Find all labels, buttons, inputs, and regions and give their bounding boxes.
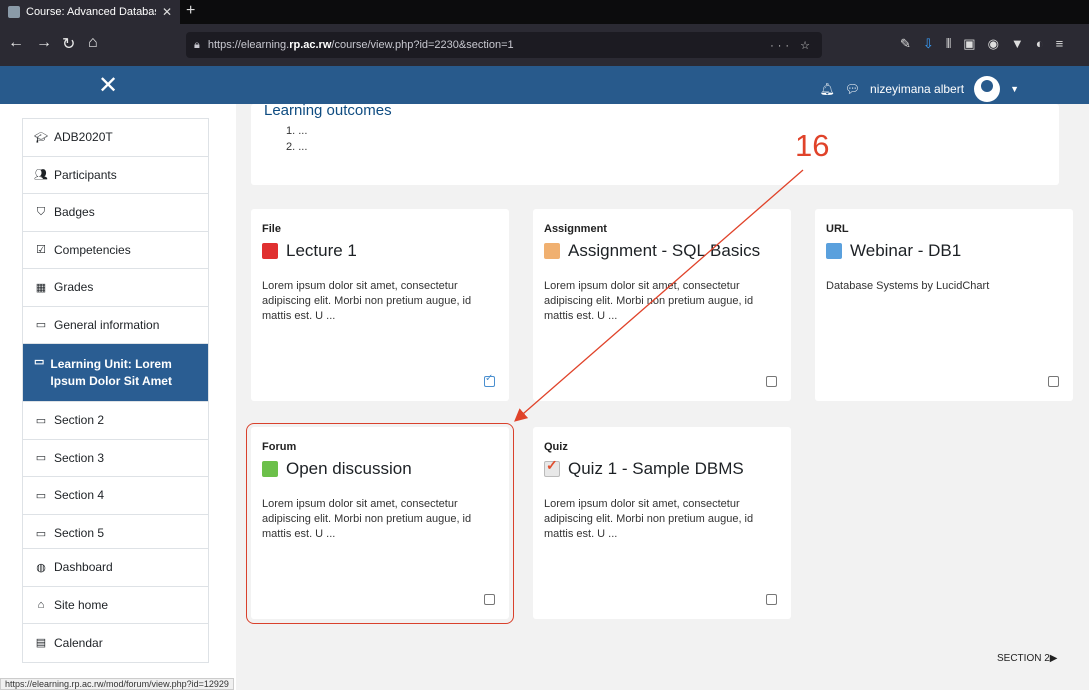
status-bar-url: https://elearning.rp.ac.rw/mod/forum/vie… <box>0 678 234 690</box>
next-section-link[interactable]: SECTION 2▶ <box>997 653 1057 664</box>
annotation-arrow <box>514 169 804 422</box>
